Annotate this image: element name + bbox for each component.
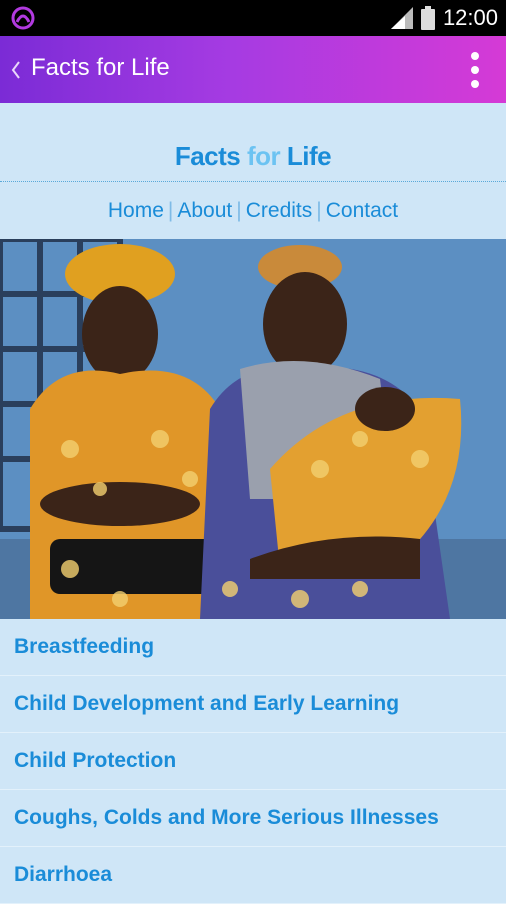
nav-separator: | — [316, 199, 322, 222]
app-notification-icon — [11, 6, 35, 30]
nav-credits-link[interactable]: Credits — [242, 199, 317, 222]
page-header: Facts for Life Home | About | Credits | Contac… — [0, 103, 506, 239]
nav-home-link[interactable]: Home — [104, 199, 168, 222]
signal-icon — [390, 7, 413, 29]
topic-item-breastfeeding[interactable]: Breastfeeding — [0, 619, 506, 676]
app-title[interactable]: Facts for Life — [31, 54, 170, 82]
app-bar: Facts for Life — [0, 36, 506, 103]
overflow-menu-icon[interactable] — [468, 52, 482, 88]
topic-item-diarrhoea[interactable]: Diarrhoea — [0, 847, 506, 904]
chevron-left-icon[interactable] — [8, 58, 24, 82]
divider — [0, 181, 506, 182]
topic-item-coughs-colds[interactable]: Coughs, Colds and More Serious Illnesses — [0, 790, 506, 847]
status-bar: 12:00 — [0, 0, 506, 36]
hero-photo — [0, 239, 506, 619]
facts-for-life-logo: Facts for Life — [174, 141, 332, 171]
nav-about-link[interactable]: About — [173, 199, 236, 222]
status-clock: 12:00 — [442, 5, 498, 30]
battery-icon — [420, 6, 435, 30]
top-nav: Home | About | Credits | Contact — [0, 199, 506, 223]
nav-separator: | — [236, 199, 242, 222]
topic-list: Breastfeeding Child Development and Earl… — [0, 619, 506, 904]
topic-item-child-development[interactable]: Child Development and Early Learning — [0, 676, 506, 733]
topic-item-child-protection[interactable]: Child Protection — [0, 733, 506, 790]
nav-contact-link[interactable]: Contact — [322, 199, 402, 222]
